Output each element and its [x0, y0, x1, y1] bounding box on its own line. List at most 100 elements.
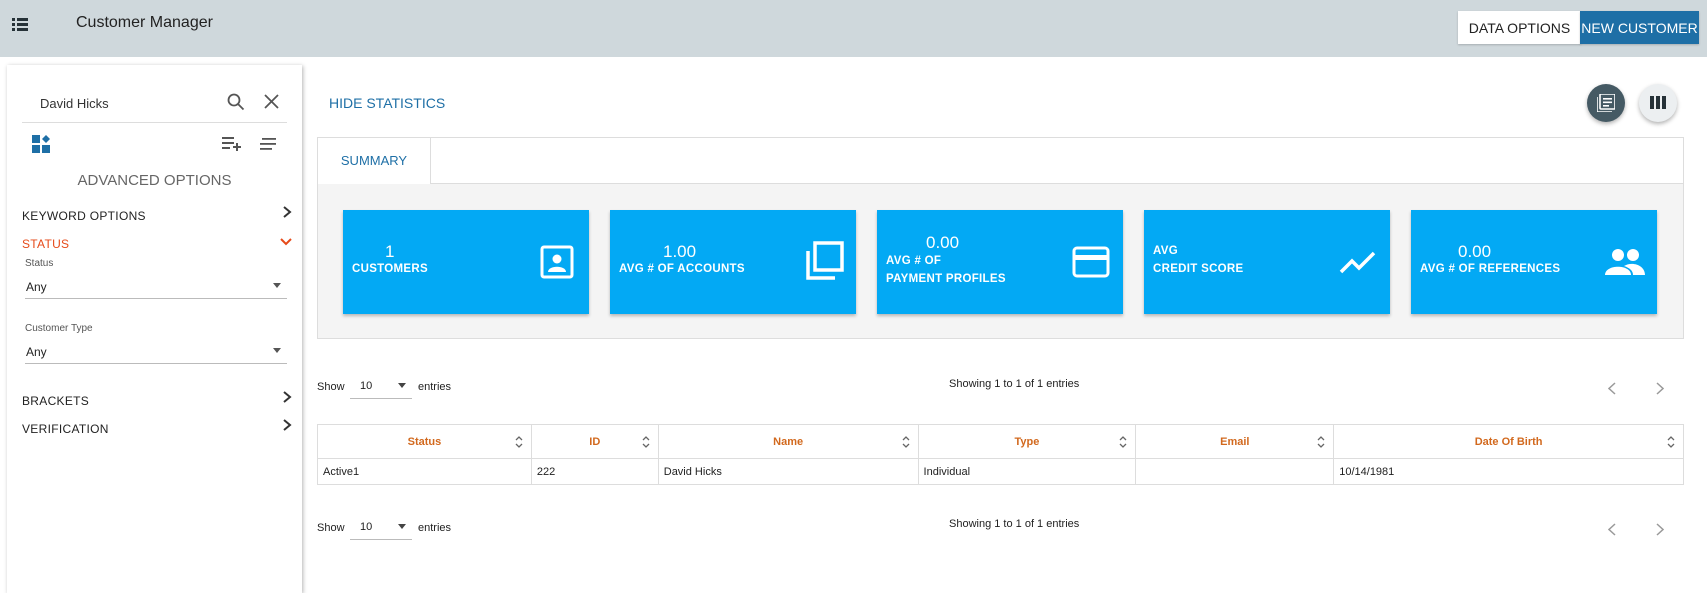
keyword-options-section[interactable]: KEYWORD OPTIONS [22, 206, 292, 223]
cell-date-of-birth: 10/14/1981 [1333, 458, 1684, 485]
sort-icon [1119, 436, 1127, 451]
column-header-status[interactable]: Status [317, 424, 532, 459]
table-info: Showing 1 to 1 of 1 entries [949, 378, 1080, 390]
status-select[interactable]: Any [25, 273, 287, 299]
close-icon[interactable] [264, 94, 279, 114]
cell-email [1135, 458, 1335, 485]
table-header-row: Status ID Name Type Email Date Of Birth [317, 424, 1684, 459]
prev-page-icon[interactable] [1607, 382, 1616, 400]
search-input[interactable] [22, 89, 212, 117]
columns-icon [1650, 96, 1666, 114]
sort-lines-icon[interactable] [260, 137, 276, 155]
sort-icon [902, 436, 910, 451]
next-page-icon[interactable] [1656, 523, 1665, 541]
caret-down-icon [273, 283, 281, 288]
column-header-label: Type [1014, 435, 1040, 448]
accounts-stat-card: 1.00 AVG # OF ACCOUNTS [610, 210, 856, 314]
column-header-label: ID [589, 435, 601, 448]
status-field-label: Status [25, 258, 54, 269]
sort-icon [1667, 436, 1675, 451]
customer-type-select[interactable]: Any [25, 338, 287, 364]
sort-icon [642, 436, 650, 451]
show-label-bottom: Show [317, 522, 345, 534]
list-menu-icon[interactable] [12, 18, 38, 38]
contact-card-icon [540, 245, 574, 284]
brackets-label: BRACKETS [22, 394, 90, 408]
payment-profiles-stat-value: 0.00 [926, 233, 960, 252]
filter-sidebar: ADVANCED OPTIONS KEYWORD OPTIONS STATUS … [7, 65, 302, 593]
dashboard-icon[interactable] [32, 135, 50, 158]
table-info-bottom: Showing 1 to 1 of 1 entries [949, 518, 1080, 530]
payment-profiles-stat-label-2: PAYMENT PROFILES [886, 273, 1006, 285]
people-icon [1604, 248, 1646, 281]
column-header-type[interactable]: Type [917, 424, 1137, 459]
accounts-stat-label: AVG # OF ACCOUNTS [619, 263, 745, 275]
sort-icon [515, 436, 523, 451]
list-doc-icon [1596, 93, 1616, 117]
caret-down-icon [273, 348, 281, 353]
customers-table: Status ID Name Type Email Date Of Birth … [317, 424, 1684, 485]
column-header-date-of-birth[interactable]: Date Of Birth [1333, 424, 1684, 459]
entries-label: entries [418, 381, 452, 393]
cell-type: Individual [917, 458, 1137, 485]
table-row[interactable]: Active1 222 David Hicks Individual 10/14… [317, 458, 1684, 485]
cell-name: David Hicks [657, 458, 919, 485]
references-stat-value: 0.00 [1458, 242, 1492, 261]
caret-down-icon [398, 524, 406, 529]
credit-score-stat-label-2: CREDIT SCORE [1153, 263, 1244, 275]
search-box [22, 85, 287, 123]
payment-profiles-stat-label-1: AVG # OF [886, 255, 942, 267]
column-header-email[interactable]: Email [1135, 424, 1335, 459]
prev-page-icon[interactable] [1607, 523, 1616, 541]
page-length-value: 10 [360, 380, 373, 392]
customers-stat-card: 1 CUSTOMERS [343, 210, 589, 314]
references-stat-label: AVG # OF REFERENCES [1420, 263, 1561, 275]
cell-status: Active1 [317, 458, 532, 485]
status-section[interactable]: STATUS [22, 237, 292, 251]
chevron-right-icon [282, 206, 292, 221]
status-section-label: STATUS [22, 237, 70, 251]
customer-type-select-value: Any [26, 345, 47, 359]
credit-card-icon [1072, 246, 1110, 283]
status-select-value: Any [26, 280, 47, 294]
chevron-right-icon [282, 419, 292, 434]
references-stat-card: 0.00 AVG # OF REFERENCES [1411, 210, 1657, 314]
column-header-label: Email [1220, 435, 1250, 448]
column-header-label: Name [773, 435, 804, 448]
column-header-name[interactable]: Name [657, 424, 919, 459]
chevron-right-icon [282, 391, 292, 406]
column-header-id[interactable]: ID [530, 424, 659, 459]
customers-stat-label: CUSTOMERS [352, 263, 428, 275]
credit-score-stat-label-1: AVG [1153, 245, 1178, 257]
advanced-options-title: ADVANCED OPTIONS [77, 172, 232, 189]
sort-icon [1317, 436, 1325, 451]
customers-stat-value: 1 [385, 242, 395, 261]
new-customer-button[interactable]: NEW CUSTOMER [1580, 11, 1699, 44]
verification-section[interactable]: VERIFICATION [22, 419, 292, 436]
tab-summary[interactable]: SUMMARY [318, 138, 431, 184]
column-header-label: Status [407, 435, 442, 448]
brackets-section[interactable]: BRACKETS [22, 391, 292, 408]
payment-profiles-stat-card: 0.00 AVG # OF PAYMENT PROFILES [877, 210, 1123, 314]
search-icon[interactable] [227, 93, 245, 116]
list-view-button[interactable] [1587, 84, 1625, 122]
statistics-panel: SUMMARY 1 CUSTOMERS 1.00 AVG # OF ACCOUN… [317, 137, 1684, 339]
trending-line-icon [1339, 250, 1377, 279]
next-page-icon[interactable] [1656, 382, 1665, 400]
playlist-add-icon[interactable] [222, 137, 242, 156]
data-options-button[interactable]: DATA OPTIONS [1458, 11, 1581, 44]
credit-score-stat-card: AVG CREDIT SCORE [1144, 210, 1390, 314]
top-bar: Customer Manager DATA OPTIONS NEW CUSTOM… [0, 0, 1707, 57]
app-title: Customer Manager [76, 14, 213, 31]
statistics-tabbar: SUMMARY [318, 138, 1683, 184]
show-label: Show [317, 381, 345, 393]
column-view-button[interactable] [1639, 84, 1677, 122]
keyword-options-label: KEYWORD OPTIONS [22, 209, 146, 223]
customer-type-field-label: Customer Type [25, 323, 93, 334]
hide-statistics-link[interactable]: HIDE STATISTICS [329, 95, 445, 111]
page-length-select[interactable]: 10 [350, 375, 412, 399]
page-length-select-bottom[interactable]: 10 [350, 516, 412, 540]
accounts-stat-value: 1.00 [663, 242, 697, 261]
verification-label: VERIFICATION [22, 422, 109, 436]
caret-down-icon [398, 383, 406, 388]
